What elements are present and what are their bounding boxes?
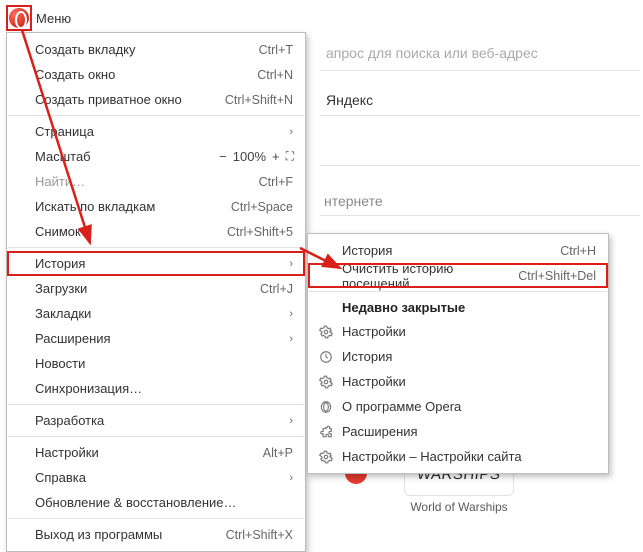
submenu-header-recent: Недавно закрытые (308, 295, 608, 319)
menu-separator (8, 518, 304, 519)
chevron-right-icon: › (289, 472, 293, 484)
menu-item-new-private[interactable]: Создать приватное окно Ctrl+Shift+N (7, 87, 305, 112)
main-menu: Создать вкладку Ctrl+T Создать окно Ctrl… (6, 32, 306, 552)
menu-label: Масштаб (35, 149, 219, 164)
menu-title: Меню (36, 11, 71, 26)
menu-label: Снимок (35, 224, 227, 239)
menu-item-page[interactable]: Страница › (7, 119, 305, 144)
address-bar-placeholder[interactable]: апрос для поиска или веб-адрес (326, 45, 538, 61)
recent-item[interactable]: Настройки – Настройки сайта (308, 444, 608, 469)
submenu-label: Очистить историю посещений (342, 261, 518, 291)
menu-label: Найти… (35, 174, 259, 189)
menu-label: Создать вкладку (35, 42, 259, 57)
submenu-item-clear-history[interactable]: Очистить историю посещений Ctrl+Shift+De… (308, 263, 608, 288)
chevron-right-icon: › (289, 333, 293, 345)
tile-caption: World of Warships (404, 500, 514, 514)
menu-label: Создать окно (35, 67, 257, 82)
menu-separator (8, 436, 304, 437)
chevron-right-icon: › (289, 258, 293, 270)
menu-item-help[interactable]: Справка › (7, 465, 305, 490)
recent-item-label: Настройки – Настройки сайта (342, 449, 596, 464)
menu-item-settings[interactable]: Настройки Alt+P (7, 440, 305, 465)
menu-shortcut: Ctrl+Shift+X (226, 528, 293, 542)
menu-separator (309, 291, 607, 292)
menu-shortcut: Ctrl+N (257, 68, 293, 82)
menu-label: Разработка (35, 413, 281, 428)
menu-item-zoom[interactable]: Масштаб − 100% + ⛶ (7, 144, 305, 169)
chevron-right-icon: › (289, 415, 293, 427)
recent-item-label: Расширения (342, 424, 596, 439)
menu-item-news[interactable]: Новости (7, 351, 305, 376)
menu-separator (8, 115, 304, 116)
recent-item[interactable]: Расширения (308, 419, 608, 444)
clock-icon (319, 350, 333, 364)
menu-label: Искать по вкладкам (35, 199, 231, 214)
submenu-label: История (342, 243, 560, 258)
menu-item-new-tab[interactable]: Создать вкладку Ctrl+T (7, 37, 305, 62)
menu-label: Расширения (35, 331, 281, 346)
menu-label: Справка (35, 470, 281, 485)
recent-item[interactable]: История (308, 344, 608, 369)
menu-label: Новости (35, 356, 293, 371)
zoom-in-button[interactable]: + (272, 149, 280, 164)
recent-item[interactable]: Настройки (308, 369, 608, 394)
menu-item-bookmarks[interactable]: Закладки › (7, 301, 305, 326)
menu-shortcut: Ctrl+Shift+N (225, 93, 293, 107)
recent-item-label: Настройки (342, 324, 596, 339)
menu-item-extensions[interactable]: Расширения › (7, 326, 305, 351)
menu-shortcut: Ctrl+F (259, 175, 293, 189)
chevron-right-icon: › (289, 308, 293, 320)
submenu-shortcut: Ctrl+H (560, 244, 596, 258)
gear-icon (319, 325, 333, 339)
menu-item-history[interactable]: История › (7, 251, 305, 276)
submenu-item-history[interactable]: История Ctrl+H (308, 238, 608, 263)
puzzle-icon (319, 425, 333, 439)
zoom-value: 100% (233, 149, 266, 164)
submenu-shortcut: Ctrl+Shift+Del (518, 269, 596, 283)
opera-icon[interactable] (9, 8, 29, 28)
history-submenu: История Ctrl+H Очистить историю посещени… (307, 233, 609, 474)
menu-label: Создать приватное окно (35, 92, 225, 107)
menu-shortcut: Ctrl+Space (231, 200, 293, 214)
menu-shortcut: Ctrl+J (260, 282, 293, 296)
menu-item-exit[interactable]: Выход из программы Ctrl+Shift+X (7, 522, 305, 547)
gear-icon (319, 375, 333, 389)
recent-item[interactable]: Настройки (308, 319, 608, 344)
menu-shortcut: Ctrl+Shift+5 (227, 225, 293, 239)
menu-separator (8, 404, 304, 405)
menu-separator (8, 247, 304, 248)
menu-label: Страница (35, 124, 281, 139)
zoom-out-button[interactable]: − (219, 149, 227, 164)
recent-item-label: Настройки (342, 374, 596, 389)
menu-item-downloads[interactable]: Загрузки Ctrl+J (7, 276, 305, 301)
menu-item-search-tabs[interactable]: Искать по вкладкам Ctrl+Space (7, 194, 305, 219)
menu-shortcut: Alt+P (263, 446, 293, 460)
menu-item-new-window[interactable]: Создать окно Ctrl+N (7, 62, 305, 87)
bg-text-internet: нтернете (324, 193, 383, 209)
chevron-right-icon: › (289, 126, 293, 138)
menu-shortcut: Ctrl+T (259, 43, 293, 57)
recent-item-label: О программе Opera (342, 399, 596, 414)
menu-label: История (35, 256, 281, 271)
menu-label: Синхронизация… (35, 381, 293, 396)
menu-item-snapshot[interactable]: Снимок Ctrl+Shift+5 (7, 219, 305, 244)
menu-label: Обновление & восстановление… (35, 495, 293, 510)
gear-icon (319, 450, 333, 464)
opera-icon (319, 400, 333, 414)
recent-item[interactable]: О программе Opera (308, 394, 608, 419)
menu-item-update[interactable]: Обновление & восстановление… (7, 490, 305, 515)
menu-label: Выход из программы (35, 527, 226, 542)
menu-item-find[interactable]: Найти… Ctrl+F (7, 169, 305, 194)
menu-label: Загрузки (35, 281, 260, 296)
fullscreen-icon[interactable]: ⛶ (286, 149, 293, 164)
menu-label: Настройки (35, 445, 263, 460)
recent-item-label: История (342, 349, 596, 364)
menu-item-dev[interactable]: Разработка › (7, 408, 305, 433)
menu-label: Закладки (35, 306, 281, 321)
yandex-link[interactable]: Яндекс (326, 92, 373, 108)
menu-item-sync[interactable]: Синхронизация… (7, 376, 305, 401)
